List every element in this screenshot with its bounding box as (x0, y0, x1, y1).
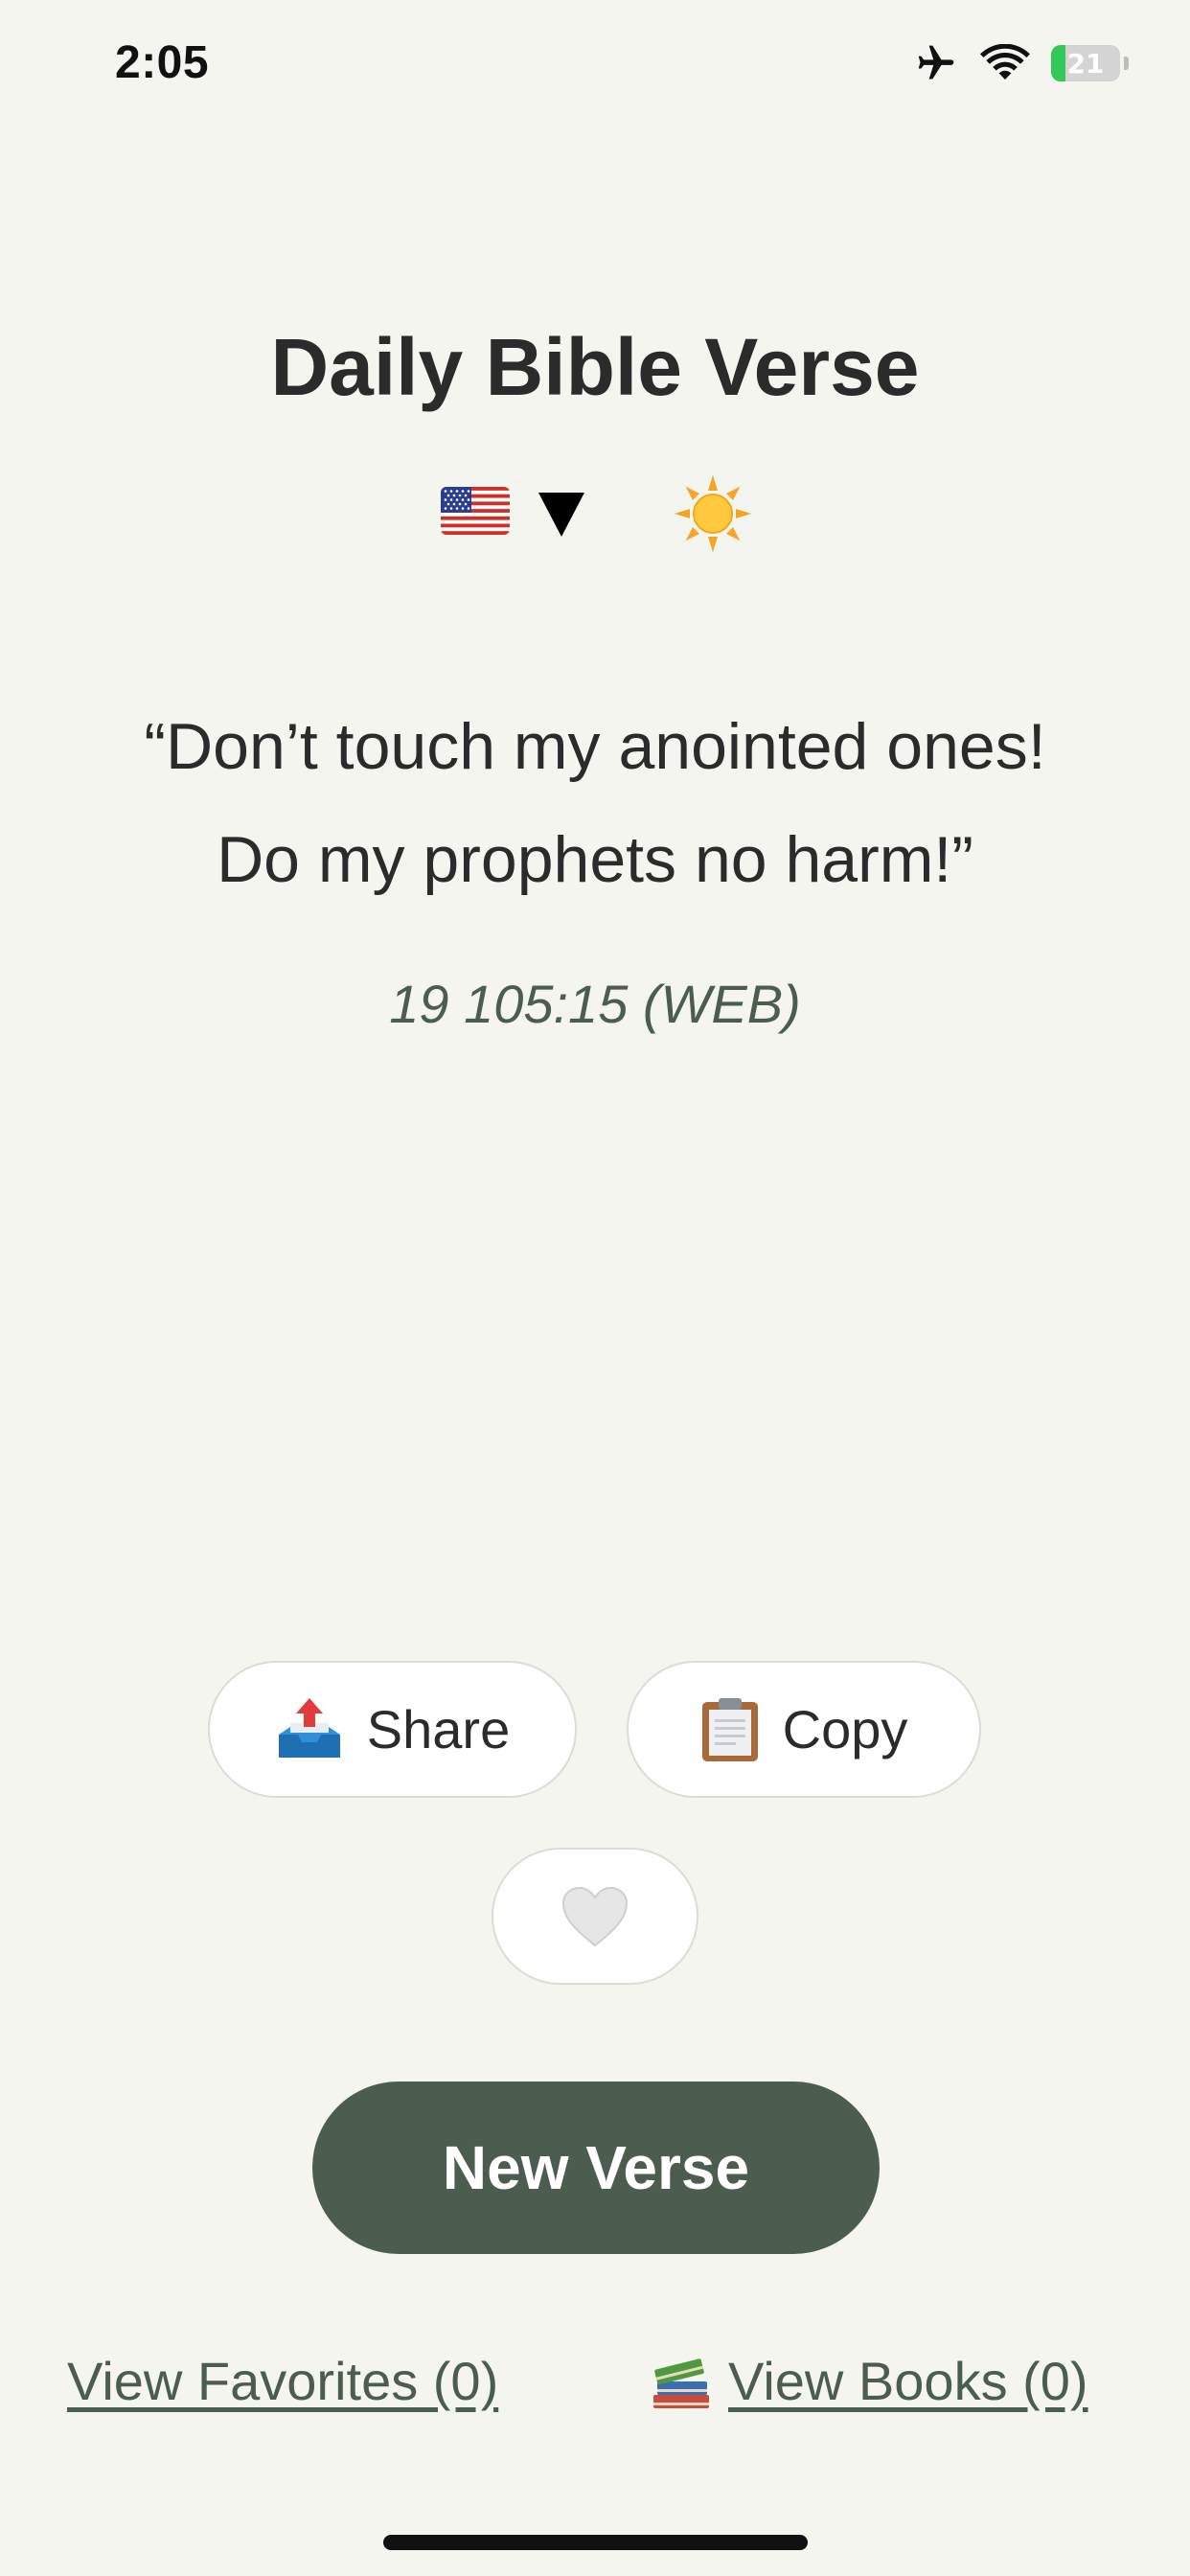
clipboard-icon (701, 1697, 758, 1761)
copy-button[interactable]: Copy (627, 1661, 981, 1798)
view-books-label: View Books (0) (728, 2351, 1088, 2411)
verse-text: “Don’t touch my anointed ones! Do my pro… (77, 690, 1113, 916)
battery-level: 21 (1066, 47, 1105, 80)
battery-nub (1124, 57, 1129, 70)
view-favorites-link[interactable]: View Favorites (0) (67, 2350, 498, 2412)
heart-icon (561, 1886, 629, 1946)
share-button-label: Share (366, 1699, 511, 1760)
view-books-link[interactable]: View Books (0) (650, 2350, 1088, 2412)
page-title: Daily Bible Verse (270, 322, 920, 412)
status-bar: 2:05 21 (0, 0, 1190, 134)
new-verse-button[interactable]: New Verse (312, 2082, 880, 2254)
outbox-icon (278, 1697, 340, 1758)
verse-reference: 19 105:15 (WEB) (389, 974, 801, 1034)
books-icon (653, 2358, 709, 2408)
view-favorites-label: View Favorites (0) (67, 2351, 499, 2411)
share-button[interactable]: Share (208, 1661, 577, 1798)
controls-row (0, 475, 1190, 565)
verse-line-2: Do my prophets no harm!” (217, 823, 973, 896)
favorite-button[interactable] (492, 1848, 698, 1985)
copy-button-label: Copy (782, 1699, 908, 1760)
language-dropdown-icon[interactable] (538, 493, 584, 537)
battery-icon: 21 (1051, 45, 1120, 81)
wifi-icon (980, 44, 1030, 80)
verse-line-1: “Don’t touch my anointed ones! (144, 710, 1046, 783)
us-flag-icon[interactable] (441, 487, 510, 535)
airplane-icon (918, 45, 954, 80)
home-indicator[interactable] (383, 2535, 808, 2550)
status-icons: 21 (913, 42, 1129, 84)
status-time: 2:05 (115, 37, 210, 88)
sun-icon[interactable] (675, 475, 751, 552)
